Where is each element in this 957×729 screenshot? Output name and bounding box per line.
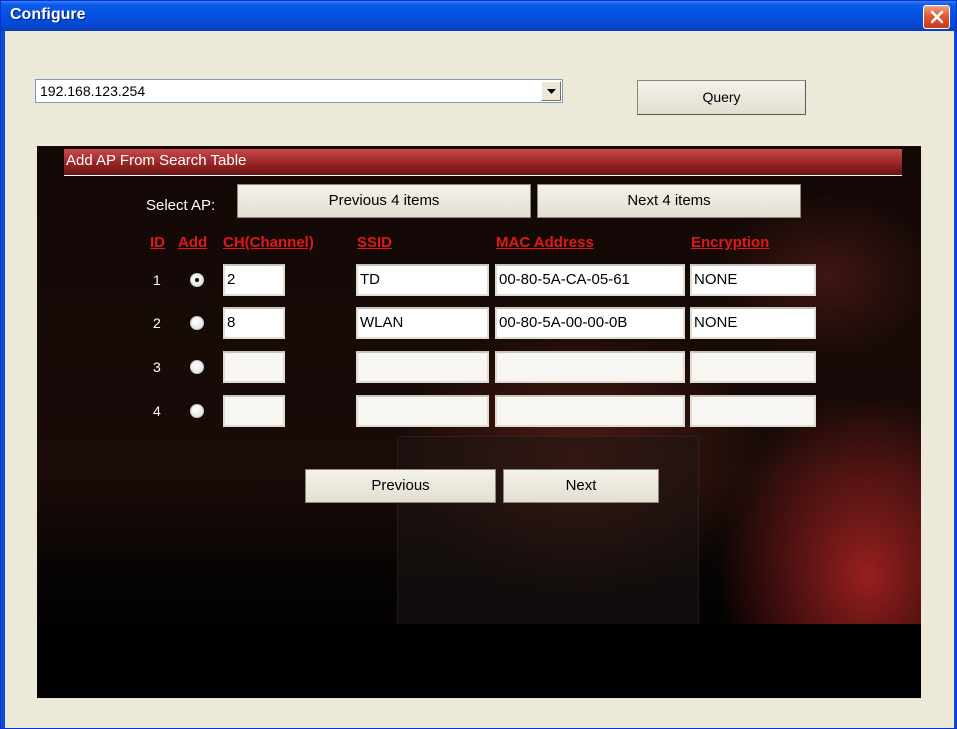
ip-address-value: 192.168.123.254 [40,83,146,99]
column-header-add[interactable]: Add [178,234,207,251]
title-bar: Configure [1,1,956,31]
row-3-id: 3 [153,359,161,375]
row-1-add-radio[interactable] [190,273,204,287]
row-4-add-radio[interactable] [190,404,204,418]
chevron-down-icon [547,89,556,94]
row-4-channel-field[interactable] [223,395,285,427]
row-1-id: 1 [153,272,161,288]
ip-address-select[interactable]: 192.168.123.254 [35,79,563,103]
next-button[interactable]: Next [503,469,659,503]
row-2-ssid-field[interactable]: WLAN [356,307,489,339]
row-3-encryption-field[interactable] [690,351,816,383]
row-1-encryption-field[interactable]: NONE [690,264,816,296]
row-2-channel-field[interactable]: 8 [223,307,285,339]
window-frame-left [1,31,5,728]
column-header-id[interactable]: ID [150,234,165,251]
row-2-encryption-field[interactable]: NONE [690,307,816,339]
row-4-encryption-field[interactable] [690,395,816,427]
column-header-encryption[interactable]: Encryption [691,234,769,251]
column-header-channel[interactable]: CH(Channel) [223,234,314,251]
row-4-id: 4 [153,403,161,419]
row-4-ssid-field[interactable] [356,395,489,427]
dropdown-button[interactable] [541,81,561,101]
radio-selected-dot [195,278,199,282]
row-2-mac-field[interactable]: 00-80-5A-00-00-0B [495,307,685,339]
row-1-ssid-field[interactable]: TD [356,264,489,296]
row-3-add-radio[interactable] [190,360,204,374]
section-header: Add AP From Search Table [64,149,902,176]
select-ap-label: Select AP: [146,197,216,214]
laptop-shape [397,436,699,638]
window-title: Configure [10,6,86,23]
next-4-items-button[interactable]: Next 4 items [537,184,801,218]
panel-bottom-strip [37,624,921,698]
column-header-mac-address[interactable]: MAC Address [496,234,594,251]
row-2-id: 2 [153,315,161,331]
configure-window: Configure 192.168.123.254 Query Add AP F… [0,0,957,729]
previous-button[interactable]: Previous [305,469,496,503]
close-icon [930,10,944,24]
row-2-add-radio[interactable] [190,316,204,330]
close-button[interactable] [923,5,950,29]
previous-4-items-button[interactable]: Previous 4 items [237,184,531,218]
column-header-ssid[interactable]: SSID [357,234,392,251]
query-button[interactable]: Query [637,80,806,115]
row-1-mac-field[interactable]: 00-80-5A-CA-05-61 [495,264,685,296]
row-3-ssid-field[interactable] [356,351,489,383]
row-3-channel-field[interactable] [223,351,285,383]
row-4-mac-field[interactable] [495,395,685,427]
section-title: Add AP From Search Table [66,152,247,169]
row-3-mac-field[interactable] [495,351,685,383]
row-1-channel-field[interactable]: 2 [223,264,285,296]
